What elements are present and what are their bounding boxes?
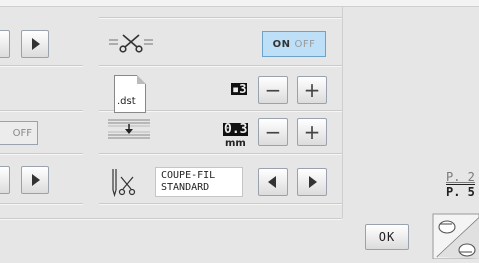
thread-cut-next-button[interactable] xyxy=(297,168,327,196)
jump-stitch-unit: mm xyxy=(225,138,246,149)
thread-cutter-toggle[interactable]: ON OFF xyxy=(262,31,326,57)
thread-cut-prev-button[interactable] xyxy=(258,168,288,196)
toggle-on-label: ON xyxy=(272,38,291,50)
right-arrow-icon xyxy=(309,176,317,188)
toggle-off-label: OFF xyxy=(294,38,316,50)
file-format-plus-button[interactable]: + xyxy=(297,76,327,104)
page-indicator: P. 2 P. 5 xyxy=(446,170,475,199)
panel-divider xyxy=(342,6,343,218)
divider-mid-4 xyxy=(99,153,342,154)
file-format-value: ▪3 xyxy=(231,82,248,96)
divider-left-3 xyxy=(0,153,83,154)
divider-mid-5 xyxy=(99,203,342,204)
divider-left-4 xyxy=(0,203,83,204)
divider-mid-2 xyxy=(99,65,342,66)
next-arrow-button-1[interactable] xyxy=(21,30,49,58)
needle-scissors-icon xyxy=(108,168,148,202)
jump-stitch-minus-button[interactable]: − xyxy=(258,118,288,146)
minus-icon: − xyxy=(264,120,282,144)
divider-left-2 xyxy=(0,110,83,111)
right-arrow-icon xyxy=(32,38,40,50)
top-border xyxy=(0,0,479,7)
file-type-label: .dst xyxy=(117,96,136,107)
scissors-icon xyxy=(107,33,155,57)
left-arrow-icon xyxy=(268,176,276,188)
hand-down-icon xyxy=(458,243,476,257)
ok-button[interactable]: OK xyxy=(365,224,409,250)
plus-icon: + xyxy=(303,120,321,144)
jump-stitch-plus-button[interactable]: + xyxy=(297,118,327,146)
off-toggle[interactable]: OFF xyxy=(0,121,38,145)
hand-up-icon xyxy=(438,220,456,234)
dst-file-icon: .dst xyxy=(114,75,146,113)
left-edge-button-1[interactable] xyxy=(0,30,10,58)
current-page: P. 2 xyxy=(446,170,475,184)
divider-bottom xyxy=(0,218,342,219)
jump-stitch-icon xyxy=(108,116,150,146)
divider-mid-1 xyxy=(99,17,342,18)
jump-stitch-value: 0.3 xyxy=(223,122,249,137)
minus-icon: − xyxy=(264,78,282,102)
file-format-minus-button[interactable]: − xyxy=(258,76,288,104)
next-arrow-button-2[interactable] xyxy=(21,166,49,194)
total-pages: P. 5 xyxy=(446,184,475,199)
ok-label: OK xyxy=(378,230,396,244)
right-arrow-icon xyxy=(32,174,40,186)
divider-left-1 xyxy=(0,65,83,66)
plus-icon: + xyxy=(303,78,321,102)
thread-cut-mode-label: COUPE-FIL STANDARD xyxy=(155,167,243,197)
page-turn-button[interactable] xyxy=(431,212,479,260)
left-edge-button-2[interactable] xyxy=(0,166,10,194)
off-label: OFF xyxy=(12,127,32,139)
